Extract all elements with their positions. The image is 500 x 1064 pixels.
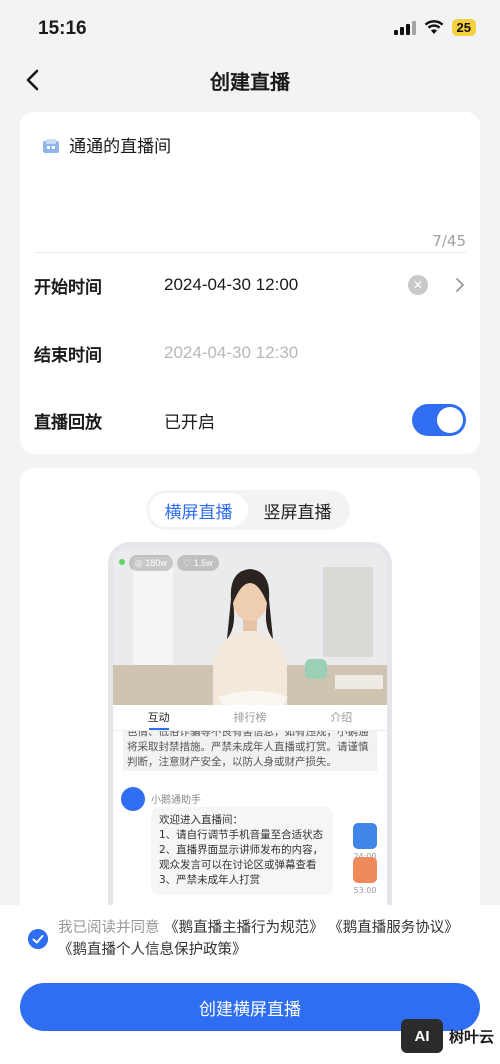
replay-row: 直播回放 已开启 bbox=[34, 400, 466, 440]
link-service-agreement[interactable]: 《鹅直播服务协议》 bbox=[328, 920, 459, 936]
preview-tab-interact: 互动 bbox=[113, 705, 204, 730]
clear-icon[interactable]: ✕ bbox=[408, 275, 428, 295]
tab-landscape[interactable]: 横屏直播 bbox=[149, 493, 248, 527]
status-bar: 15:16 25 bbox=[0, 0, 500, 60]
start-time-label: 开始时间 bbox=[34, 277, 102, 298]
room-emoji-icon bbox=[43, 139, 59, 153]
live-title-input[interactable]: 通通的直播间 7/45 bbox=[42, 132, 466, 252]
start-time-value[interactable]: 2024-04-30 12:00 bbox=[164, 275, 408, 295]
end-time-value[interactable]: 2024-04-30 12:30 bbox=[164, 343, 466, 363]
signal-icon bbox=[393, 20, 416, 35]
notice-line: 判断，注意财产安全，以防人身或财产损失。 bbox=[127, 756, 337, 768]
welcome-line: 观众发言可以在讨论区或弹幕查看 bbox=[159, 859, 317, 871]
replay-label: 直播回放 bbox=[34, 412, 102, 433]
replay-toggle[interactable] bbox=[412, 404, 466, 436]
status-time: 15:16 bbox=[38, 18, 87, 39]
live-indicator bbox=[119, 559, 125, 565]
page-title: 创建直播 bbox=[210, 70, 290, 94]
chevron-right-icon[interactable] bbox=[454, 277, 466, 293]
watermark-text: 树叶云 bbox=[448, 1027, 494, 1046]
divider bbox=[34, 252, 466, 253]
battery-indicator: 25 bbox=[451, 19, 476, 36]
welcome-line: 3、严禁未成年人打赏 bbox=[159, 874, 261, 886]
tab-portrait[interactable]: 竖屏直播 bbox=[248, 493, 347, 527]
preview-notice: 色情、低俗诈骗等不良有害信息，如有违规，小鹅通 将采取封禁措施。严禁未成年人直播… bbox=[123, 731, 377, 771]
status-icons: 25 bbox=[393, 19, 476, 36]
title-char-counter: 7/45 bbox=[432, 232, 466, 250]
gift-label: 53.00 bbox=[353, 886, 377, 895]
watermark-logo: AI bbox=[400, 1019, 443, 1053]
wifi-icon bbox=[424, 20, 443, 34]
orientation-segmented-control: 横屏直播 竖屏直播 bbox=[146, 490, 350, 530]
end-time-row[interactable]: 结束时间 2024-04-30 12:30 bbox=[34, 333, 466, 373]
preview-tab-ranking: 排行榜 bbox=[233, 711, 267, 724]
assistant-avatar bbox=[121, 787, 145, 811]
start-time-row[interactable]: 开始时间 2024-04-30 12:00 ✕ bbox=[34, 265, 466, 305]
calendar-icon: 24:00 bbox=[353, 823, 377, 861]
viewer-count: 180w bbox=[145, 558, 167, 568]
link-privacy-policy[interactable]: 《鹅直播个人信息保护政策》 bbox=[58, 942, 247, 958]
phone-preview: ◎ 180w ♡ 1.5w 互动 排行榜 介绍 色情、低俗诈骗等不良有害信息，如… bbox=[108, 542, 392, 908]
welcome-line: 欢迎进入直播间： bbox=[159, 814, 243, 826]
footer-area: 我已阅读并同意 《鹅直播主播行为规范》 《鹅直播服务协议》 《鹅直播个人信息保护… bbox=[0, 905, 500, 1064]
preview-video: ◎ 180w ♡ 1.5w bbox=[113, 547, 387, 705]
preview-tab-intro: 介绍 bbox=[330, 711, 353, 724]
nav-bar: 创建直播 bbox=[0, 60, 500, 100]
agreement-prefix: 我已阅读并同意 bbox=[58, 920, 160, 936]
replay-status: 已开启 bbox=[164, 412, 215, 432]
checkbox-checked-icon[interactable] bbox=[28, 929, 48, 949]
notice-line: 色情、低俗诈骗等不良有害信息，如有违规，小鹅通 bbox=[127, 731, 369, 738]
gift-icon: 53.00 bbox=[353, 857, 377, 895]
welcome-message: 欢迎进入直播间： 1、请自行调节手机音量至合适状态 2、直播界面显示讲师发布的内… bbox=[151, 807, 333, 895]
welcome-line: 2、直播界面显示讲师发布的内容， bbox=[159, 844, 324, 856]
like-count-badge: ♡ 1.5w bbox=[177, 555, 219, 571]
welcome-line: 1、请自行调节手机音量至合适状态 bbox=[159, 829, 324, 841]
link-behavior-rules[interactable]: 《鹅直播主播行为规范》 bbox=[164, 920, 324, 936]
assistant-name: 小鹅通助手 bbox=[151, 795, 201, 806]
viewer-count-badge: ◎ 180w bbox=[129, 555, 173, 571]
watermark: AI 树叶云 bbox=[400, 1019, 494, 1053]
agreement-text: 我已阅读并同意 《鹅直播主播行为规范》 《鹅直播服务协议》 《鹅直播个人信息保护… bbox=[58, 917, 478, 961]
preview-tabs: 互动 排行榜 介绍 bbox=[113, 705, 387, 731]
live-title-value: 通通的直播间 bbox=[69, 137, 172, 157]
orientation-card: 横屏直播 竖屏直播 ◎ 180w ♡ 1.5w 互动 排行榜 介绍 色情、低俗诈… bbox=[20, 468, 480, 908]
end-time-label: 结束时间 bbox=[34, 345, 102, 366]
notice-line: 将采取封禁措施。严禁未成年人直播或打赏。请谨慎 bbox=[127, 741, 369, 753]
like-count: 1.5w bbox=[193, 558, 213, 568]
live-settings-card: 通通的直播间 7/45 开始时间 2024-04-30 12:00 ✕ 结束时间… bbox=[20, 112, 480, 454]
